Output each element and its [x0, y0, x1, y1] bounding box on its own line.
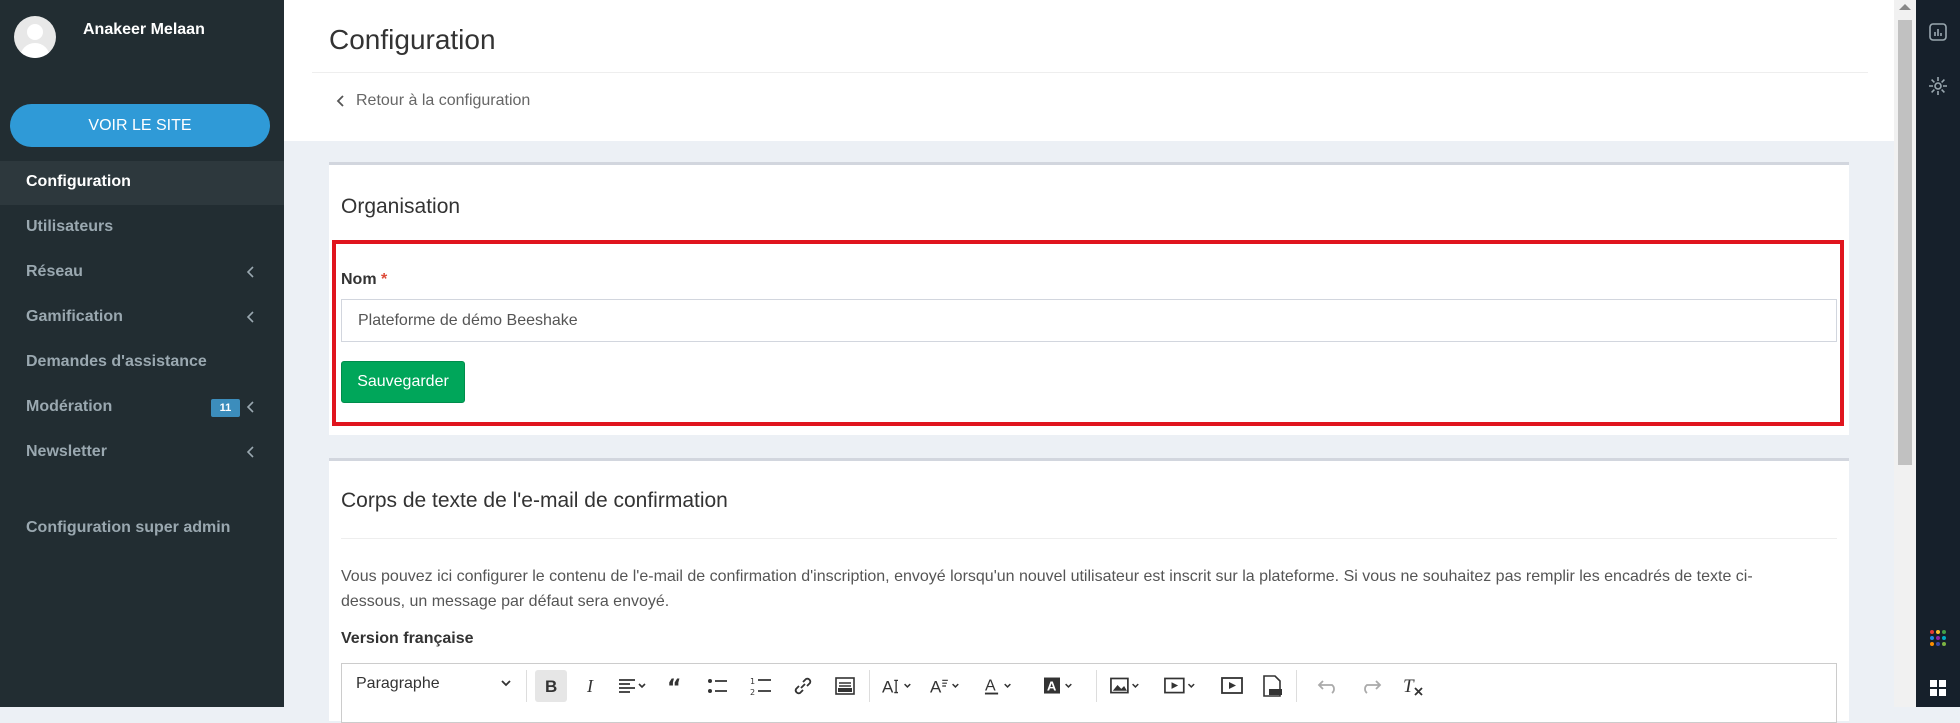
paragraph-format-select[interactable]: Paragraphe [356, 675, 512, 693]
sidebar-item-reseau[interactable]: Réseau [0, 251, 284, 295]
chevron-left-icon [246, 446, 254, 458]
moderation-count-badge: 11 [211, 399, 240, 417]
link-icon[interactable] [787, 670, 819, 702]
svg-text:1: 1 [750, 677, 755, 686]
chevron-left-icon [336, 95, 344, 107]
chevron-left-icon [246, 266, 254, 278]
toolbar-separator [1296, 670, 1297, 702]
sidebar-item-gamification[interactable]: Gamification [0, 296, 284, 340]
sidebar-item-label: Demandes d'assistance [26, 353, 207, 370]
visit-site-button[interactable]: VOIR LE SITE [10, 104, 270, 147]
page-title: Configuration [329, 24, 496, 55]
sidebar-item-label: Configuration super admin [26, 519, 231, 536]
gear-icon[interactable] [1928, 76, 1948, 96]
svg-text:I: I [586, 677, 594, 695]
back-link-label: Retour à la configuration [356, 92, 531, 109]
sidebar-item-label: Modération [26, 398, 113, 415]
svg-text:A: A [985, 678, 996, 695]
svg-text:T: T [1403, 676, 1415, 697]
page-scrollbar[interactable] [1894, 0, 1916, 707]
svg-text:2: 2 [750, 688, 755, 696]
undo-icon[interactable] [1312, 670, 1344, 702]
blockquote-icon[interactable]: “ [660, 670, 692, 702]
toolbar-separator [869, 670, 870, 702]
sidebar-item-label: Réseau [26, 263, 83, 280]
paragraph-select-label: Paragraphe [356, 675, 440, 692]
sidebar-item-label: Gamification [26, 308, 123, 325]
sidebar-item-super-admin[interactable]: Configuration super admin [0, 507, 284, 551]
description-line: dessous, un message par défaut sera envo… [341, 593, 670, 610]
chevron-down-icon [501, 680, 511, 687]
clear-format-icon[interactable]: T [1398, 670, 1430, 702]
right-side-strip [1916, 0, 1960, 707]
background-color-icon[interactable]: A [1044, 670, 1076, 702]
divider [341, 538, 1837, 539]
sidebar-item-newsletter[interactable]: Newsletter [0, 431, 284, 475]
main-content: Configuration Retour à la configuration … [284, 0, 1894, 723]
svg-text:A: A [930, 678, 942, 696]
sidebar: Anakeer Melaan VOIR LE SITE Configuratio… [0, 0, 284, 707]
required-marker: * [381, 271, 388, 288]
sidebar-item-demandes-assistance[interactable]: Demandes d'assistance [0, 341, 284, 385]
windows-icon[interactable] [1928, 678, 1948, 698]
user-panel: Anakeer Melaan [0, 0, 284, 80]
description-line: Vous pouvez ici configurer le contenu de… [341, 568, 1753, 585]
toolbar-separator [526, 670, 527, 702]
align-icon[interactable] [617, 670, 649, 702]
numbered-list-icon[interactable]: 12 [745, 670, 777, 702]
svg-text:“: “ [667, 677, 681, 695]
sidebar-item-configuration[interactable]: Configuration [0, 161, 284, 205]
toolbar-separator [1096, 670, 1097, 702]
bulleted-list-icon[interactable] [702, 670, 734, 702]
redo-icon[interactable] [1355, 670, 1387, 702]
divider [312, 72, 1868, 73]
svg-text:A: A [882, 678, 894, 696]
email-description: Vous pouvez ici configurer le contenu de… [341, 564, 1841, 614]
scroll-up-arrow-icon[interactable] [1899, 4, 1911, 10]
chevron-left-icon [246, 401, 254, 413]
media-icon[interactable] [1164, 670, 1196, 702]
video-icon[interactable] [1216, 670, 1248, 702]
version-label: Version française [341, 630, 474, 647]
apps-grid-icon[interactable] [1928, 628, 1948, 648]
svg-text:A: A [1047, 679, 1057, 694]
chevron-left-icon [246, 311, 254, 323]
name-field-label: Nom * [341, 271, 387, 289]
page-header: Configuration Retour à la configuration [284, 0, 1894, 141]
sidebar-item-utilisateurs[interactable]: Utilisateurs [0, 206, 284, 250]
name-label-text: Nom [341, 271, 377, 288]
sidebar-item-label: Newsletter [26, 443, 107, 460]
sidebar-item-label: Configuration [26, 173, 131, 190]
sidebar-item-label: Utilisateurs [26, 218, 114, 235]
save-button[interactable]: Sauvegarder [341, 361, 465, 403]
back-to-configuration-link[interactable]: Retour à la configuration [336, 92, 530, 110]
editor-toolbar: Paragraphe B I “ 12 A A A A T [341, 663, 1837, 723]
avatar[interactable] [14, 16, 56, 58]
user-name: Anakeer Melaan [83, 21, 205, 38]
scrollbar-thumb[interactable] [1898, 20, 1912, 465]
chart-icon[interactable] [1928, 22, 1948, 42]
sidebar-item-moderation[interactable]: Modération 11 [0, 386, 284, 430]
organisation-name-input[interactable] [341, 299, 1837, 342]
font-size-icon[interactable]: A [882, 670, 914, 702]
svg-text:B: B [545, 677, 557, 695]
bold-icon[interactable]: B [535, 670, 567, 702]
italic-icon[interactable]: I [575, 670, 607, 702]
organisation-title: Organisation [341, 195, 461, 218]
image-icon[interactable] [1110, 670, 1142, 702]
font-color-icon[interactable]: A [984, 670, 1016, 702]
email-section-title: Corps de texte de l'e-mail de confirmati… [341, 489, 728, 512]
html-icon[interactable] [829, 670, 861, 702]
font-family-icon[interactable]: A [930, 670, 962, 702]
pdf-icon[interactable] [1256, 670, 1288, 702]
